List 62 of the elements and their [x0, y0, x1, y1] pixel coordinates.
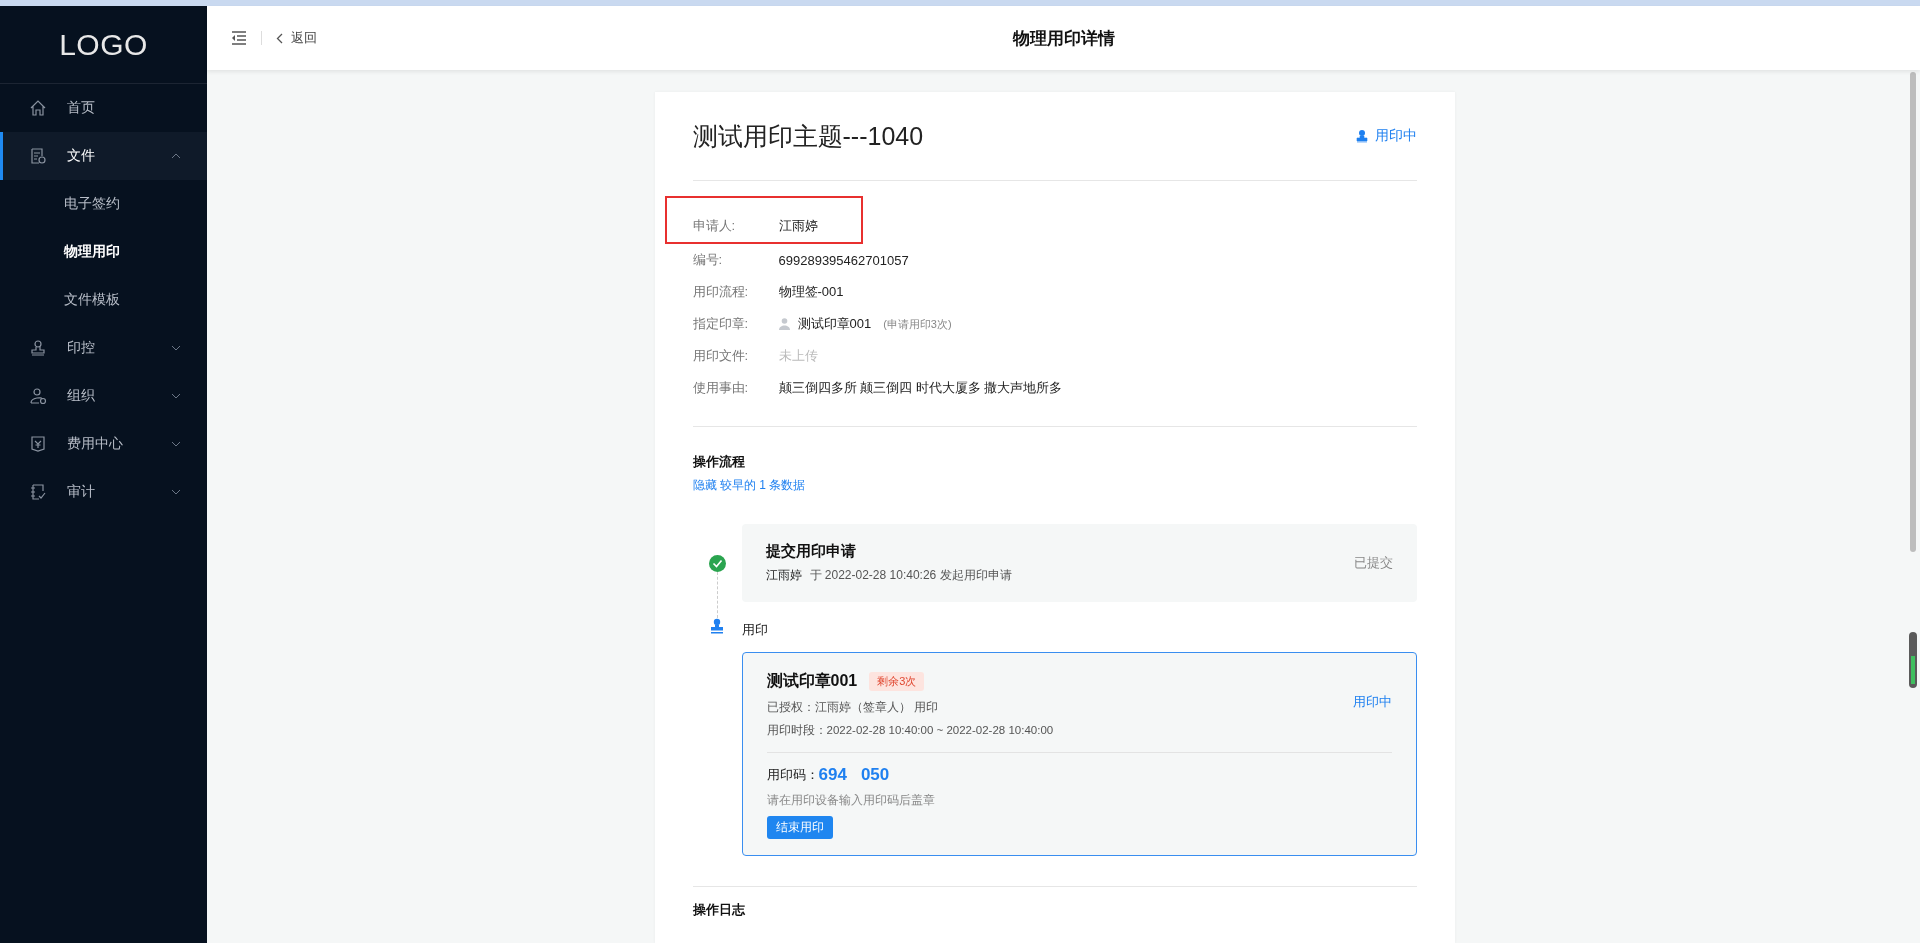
status-text: 用印中 — [1374, 127, 1417, 145]
user-icon — [778, 318, 790, 330]
field-label: 申请人: — [692, 217, 737, 235]
field-label: 编号: — [692, 251, 724, 269]
seal-name: 测试印章001 — [766, 671, 858, 691]
field-value: 未上传 — [778, 347, 818, 365]
menu-icon — [29, 435, 47, 453]
submenu-item[interactable]: 电子签约 — [64, 195, 120, 213]
sidebar-item[interactable]: 组织 — [0, 372, 207, 420]
chevron-icon — [171, 441, 181, 447]
chevron-icon — [171, 489, 181, 495]
sidebar-item[interactable]: 费用中心 — [0, 420, 207, 468]
authorized-text: 已授权：江雨婷（签章人） 用印 — [766, 700, 939, 715]
menu-collapse-icon[interactable] — [231, 31, 247, 45]
section-title: 操作流程 — [692, 453, 746, 471]
field-value: 颠三倒四多所 颠三倒四 时代大厦多 撒大声地所多 — [778, 379, 1063, 397]
stamp-icon — [710, 618, 724, 634]
field-value: 江雨婷 — [778, 217, 818, 235]
code-digits: 694 — [818, 765, 847, 784]
sidebar-item[interactable]: 文件 — [0, 132, 207, 180]
step-meta: 于 2022-02-28 10:40:26 发起用印申请 — [809, 567, 1012, 584]
submenu-item[interactable]: 文件模板 — [64, 291, 120, 309]
sidebar-item[interactable]: 审计 — [0, 468, 207, 516]
detail-title: 测试用印主题---1040 — [692, 120, 924, 152]
menu-icon — [29, 339, 47, 357]
period-text: 用印时段：2022-02-28 10:40:00 ~ 2022-02-28 10:40:00 — [766, 723, 1054, 738]
field-note: (申请用印3次) — [883, 316, 952, 332]
chevron-icon — [171, 153, 181, 159]
step-status: 已提交 — [1353, 554, 1393, 572]
chevron-icon — [171, 393, 181, 399]
step-status: 用印中 — [1352, 693, 1392, 711]
field-value: 699289395462701057 — [778, 252, 909, 268]
sidebar-item[interactable]: 首页 — [0, 84, 207, 132]
menu-icon — [29, 387, 47, 405]
page-title: 物理用印详情 — [1012, 28, 1115, 48]
field-label: 用印文件: — [692, 347, 750, 365]
stamp-icon — [1354, 129, 1369, 143]
back-button[interactable]: 返回 — [261, 31, 323, 45]
remaining-badge: 剩余3次 — [869, 672, 925, 691]
field-label: 指定印章: — [692, 315, 750, 333]
submenu-item[interactable]: 物理用印 — [64, 243, 120, 261]
menu-icon — [29, 483, 47, 501]
code-digits: 050 — [860, 765, 890, 784]
code-label: 用印码： — [766, 766, 819, 784]
step-actor: 江雨婷 — [765, 567, 802, 584]
field-value: 物理签-001 — [778, 283, 844, 301]
sidebar-item[interactable]: 印控 — [0, 324, 207, 372]
end-button[interactable]: 结束用印 — [766, 816, 833, 839]
chevron-left-icon — [276, 32, 283, 44]
field-value: 测试印章001 — [797, 315, 872, 333]
step-title: 提交用印申请 — [765, 542, 857, 561]
chevron-icon — [171, 345, 181, 351]
section-title: 操作日志 — [692, 901, 746, 919]
check-circle-icon — [708, 555, 726, 572]
field-label: 用印流程: — [692, 283, 750, 301]
field-label: 使用事由: — [692, 379, 750, 397]
toggle-link[interactable]: 隐藏 较早的 1 条数据 — [692, 477, 806, 494]
menu-icon — [29, 147, 47, 165]
step-label: 用印 — [741, 621, 769, 639]
menu-icon — [29, 99, 47, 117]
logo: LOGO — [59, 27, 148, 62]
hint-text: 请在用印设备输入用印码后盖章 — [766, 793, 936, 808]
